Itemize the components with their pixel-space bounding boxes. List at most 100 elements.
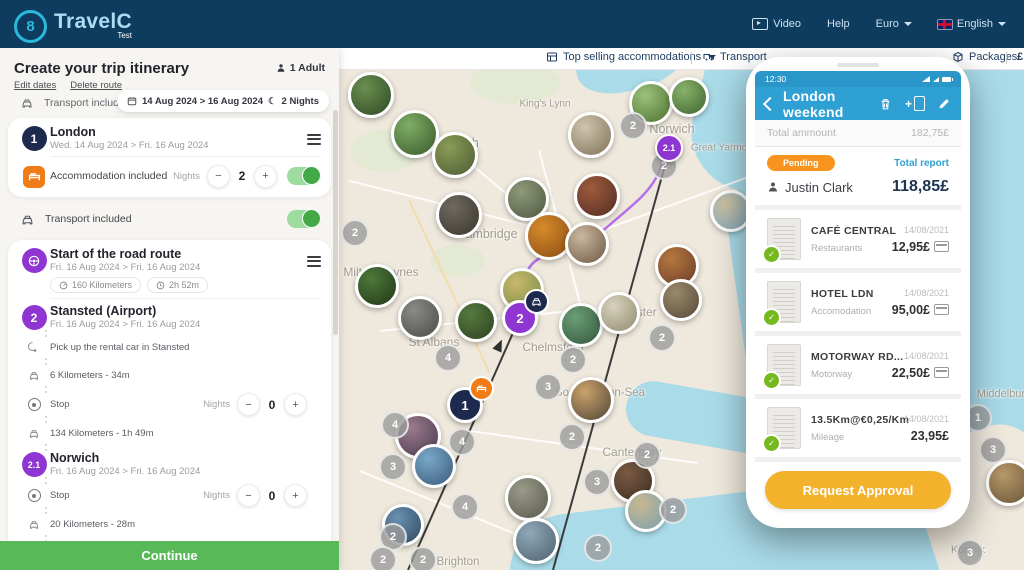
map-cluster-marker[interactable]: 4 [434,344,462,372]
map-cluster-marker[interactable]: 2 [648,324,676,352]
map-photo-marker[interactable] [568,112,614,158]
map-photo-marker[interactable] [559,303,603,347]
map-photo-marker[interactable] [598,292,640,334]
marker-label: 2.1 [662,143,676,153]
expense-row[interactable]: ✓ 13.5Km@€0,25/Km Mileage 14/08/2021 23,… [755,399,961,457]
map-cluster-marker[interactable]: 3 [979,436,1007,464]
map-marker-stop-2-1[interactable]: 2.1 [655,134,683,162]
back-icon[interactable] [762,96,778,111]
map-photo-marker[interactable] [669,77,709,117]
map-cluster-marker[interactable]: 2 [369,546,397,570]
logo-name: TravelC [54,10,132,33]
map-cluster-marker[interactable]: 4 [448,428,476,456]
nights-increment-button[interactable]: + [284,393,307,416]
expense-row[interactable]: ✓ HOTEL LDN Accomodation 14/08/2021 95,0… [755,273,961,331]
trash-icon[interactable] [879,97,892,111]
map-cluster-marker[interactable]: 2 [409,546,437,570]
map-cluster-marker[interactable]: 4 [381,411,409,439]
toolbar-label: Packages [969,51,1018,63]
map-cluster-marker[interactable]: 2 [559,346,587,374]
drag-menu-icon[interactable] [307,125,321,147]
map-marker-stop-2[interactable]: 2 [502,289,549,336]
nav-currency-label: Euro [875,18,899,30]
map-photo-marker[interactable] [574,173,620,219]
status-time: 12:30 [765,74,787,84]
marker-label: 1 [461,397,469,413]
marker-label: 2 [516,310,524,326]
map-photo-marker[interactable] [455,300,497,342]
map-photo-marker[interactable] [355,264,399,308]
map-photo-marker[interactable] [436,192,482,238]
battery-icon [942,76,953,82]
map-photo-marker[interactable] [505,475,551,521]
total-amount-label: Total ammount [767,127,836,139]
nav-help[interactable]: Help [827,18,850,30]
gauge-icon [59,281,68,289]
request-approval-button[interactable]: Request Approval [765,471,951,509]
road-route-title: Start of the road route [50,247,182,261]
nav-language[interactable]: English [936,18,1006,30]
toolbar-packages[interactable]: Packages [952,51,1017,63]
map-photo-marker[interactable] [398,296,442,340]
map-cluster-marker[interactable]: 2 [633,441,661,469]
map-photo-marker[interactable] [568,377,614,423]
nav-currency[interactable]: Euro [876,18,912,30]
trip-nights-value: 2 Nights [281,95,319,107]
toolbar-currency[interactable]: £ [1017,51,1023,63]
map-cluster-marker[interactable]: 3 [583,468,611,496]
nav-video[interactable]: Video [752,18,801,30]
expense-row[interactable]: ✓ MOTORWAY RD... Motorway 14/08/2021 22,… [755,336,961,394]
expense-amount: 23,95£ [910,428,949,443]
duration-value: 2h 52m [169,280,200,290]
nights-value: 0 [268,488,276,503]
map-cluster-marker[interactable]: 2 [341,219,369,247]
map-photo-marker[interactable] [660,279,702,321]
toolbar-transport[interactable]: Transport [703,51,767,63]
expense-title: CAFÉ CENTRAL [811,224,897,237]
drag-menu-icon[interactable] [307,247,321,269]
map-photo-marker[interactable] [348,72,394,118]
accommodation-toggle[interactable] [287,166,321,185]
nights-increment-button[interactable]: + [254,164,277,188]
map-cluster-marker[interactable]: 3 [534,373,562,401]
trip-dates-pill[interactable]: 14 Aug 2024 > 16 Aug 2024 ☾ 2 Nights [116,90,329,112]
expense-amount: 95,00£ [891,302,930,317]
map-cluster-marker[interactable]: 2 [619,112,647,140]
edit-pencil-icon[interactable] [938,97,951,110]
stop-name: London [50,125,96,139]
map-cluster-marker[interactable]: 2 [558,423,586,451]
map-cluster-marker[interactable]: 2 [659,496,687,524]
expense-title: MOTORWAY RD... [811,350,904,363]
edit-dates-link[interactable]: Edit dates [14,80,56,91]
map-cluster-marker[interactable]: 2 [584,534,612,562]
map-photo-marker[interactable] [513,518,559,564]
nights-increment-button[interactable]: + [284,484,307,507]
nights-decrement-button[interactable]: − [207,164,230,188]
row-label: Transport included [45,213,132,225]
add-receipt-icon[interactable]: + [905,96,925,111]
toolbar-divider [1006,52,1007,64]
nights-decrement-button[interactable]: − [237,393,260,416]
map-photo-marker[interactable] [432,132,478,178]
nights-decrement-button[interactable]: − [237,484,260,507]
itinerary-scroll-area[interactable]: Transport included 1 London Wed. 14 Aug … [0,91,339,555]
distance-value: 160 Kilometers [72,280,133,290]
map-photo-marker[interactable] [986,460,1024,506]
phone-speaker [837,63,879,67]
map-cluster-marker[interactable]: 3 [379,453,407,481]
map-marker-stop-1[interactable]: 1 [447,376,494,423]
map-photo-marker[interactable] [412,444,456,488]
expense-row[interactable]: ✓ CAFÉ CENTRAL Restaurants 14/08/2021 12… [755,210,961,268]
continue-button[interactable]: Continue [0,541,339,570]
adults-count[interactable]: 1 Adult [276,62,325,74]
transport-toggle[interactable] [287,209,321,228]
map-cluster-marker[interactable]: 4 [451,493,479,521]
nights-value: 0 [268,397,276,412]
delete-route-link[interactable]: Delete route [70,80,122,91]
app-logo[interactable]: 8 TravelC Test [14,5,132,43]
panel-scrollbar[interactable] [333,110,338,335]
row-label: 134 Kilometers - 1h 49m [50,428,154,439]
phone-mockup: 12:30 London weekend + Total ammount 182… [746,57,970,528]
map-cluster-marker[interactable]: 3 [956,539,984,567]
map-photo-marker[interactable] [565,222,609,266]
